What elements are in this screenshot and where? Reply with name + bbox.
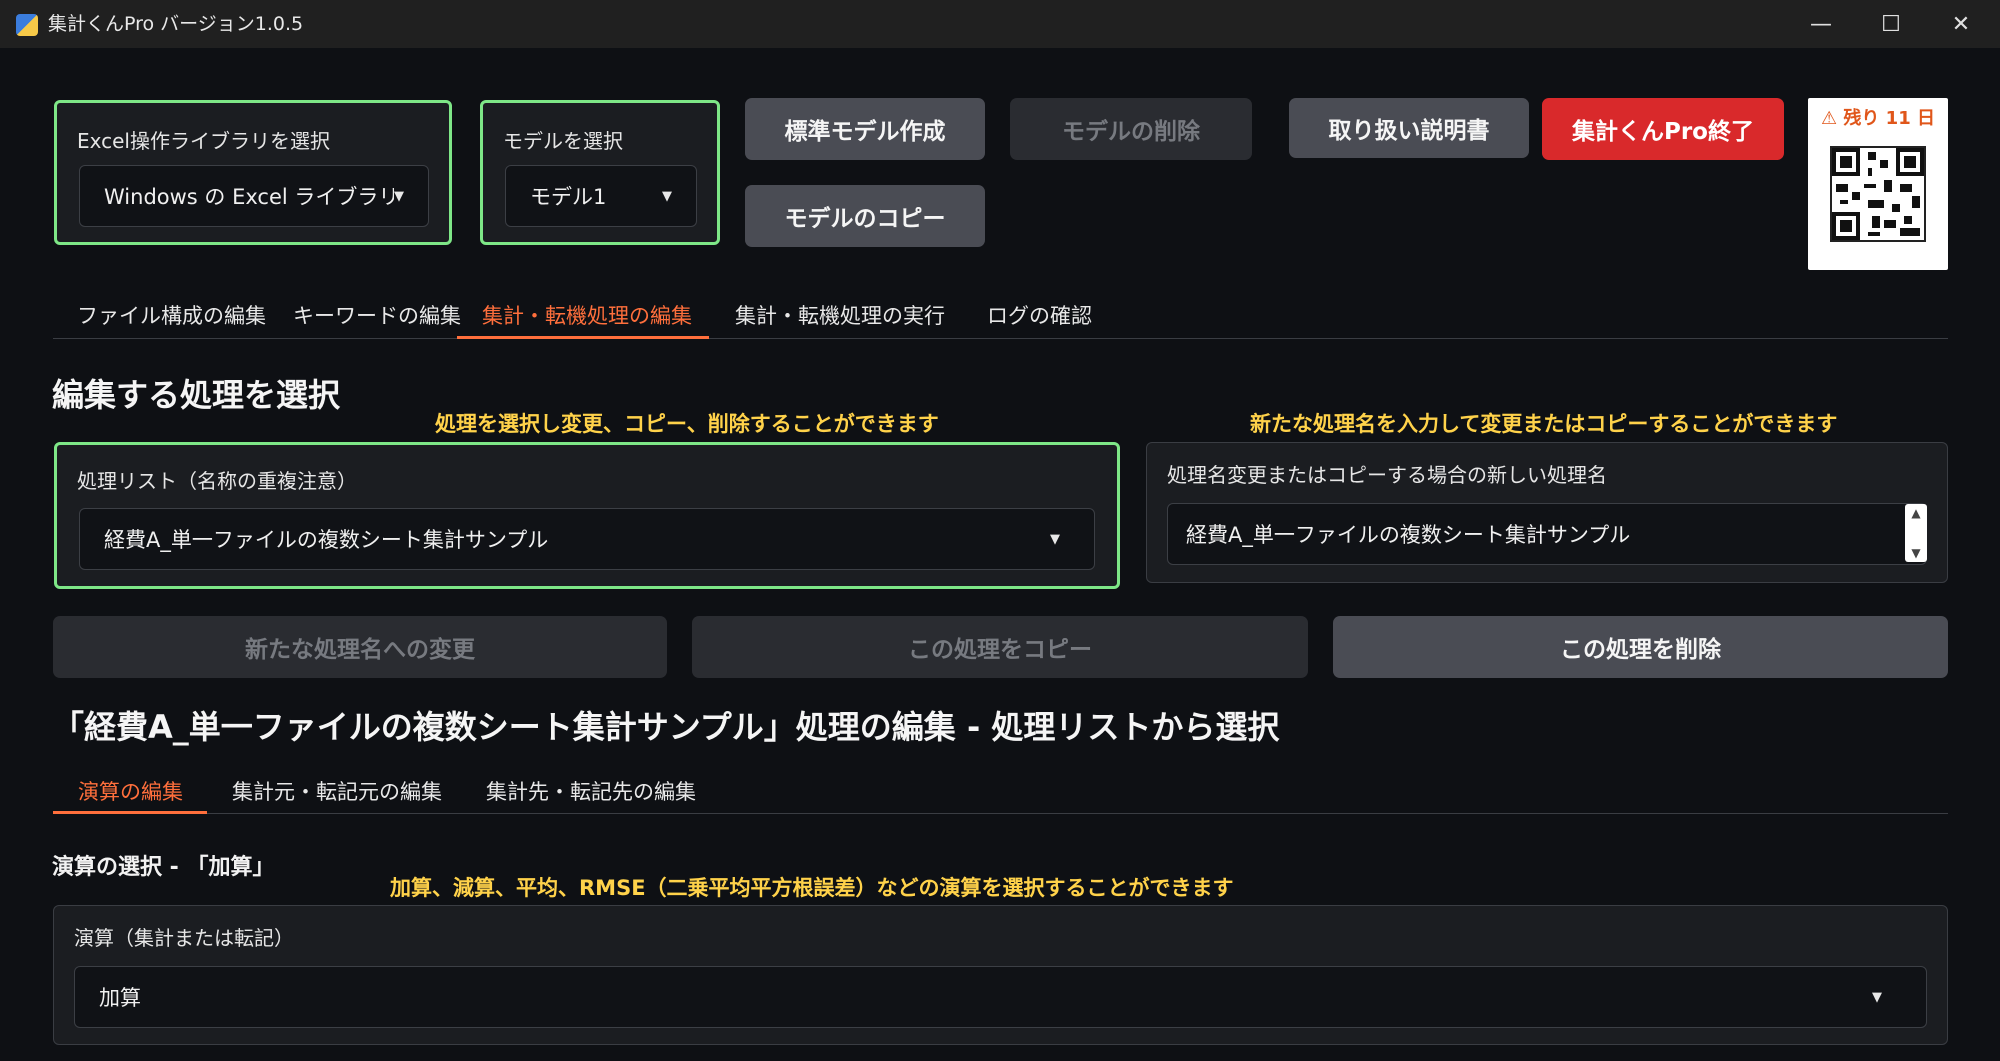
quit-button[interactable]: 集計くんPro終了 — [1542, 98, 1784, 160]
remaining-days-text: 残り 11 日 — [1843, 108, 1935, 129]
excel-library-group: Excel操作ライブラリを選択 Windows の Excel ライブラリ ▼ — [54, 100, 452, 245]
excel-library-value: Windows の Excel ライブラリ — [104, 185, 394, 209]
operation-group: 演算（集計または転記） 加算 ▼ — [53, 905, 1948, 1045]
excel-library-label: Excel操作ライブラリを選択 — [77, 129, 330, 153]
model-select-label: モデルを選択 — [503, 129, 623, 153]
delete-process-button[interactable]: この処理を削除 — [1333, 616, 1948, 678]
tab-process-edit[interactable]: 集計・転機処理の編集 — [482, 300, 692, 330]
new-name-group: 処理名変更またはコピーする場合の新しい処理名 経費A_単一ファイルの複数シート集… — [1146, 442, 1948, 583]
scroll-stepper[interactable]: ▲ ▼ — [1905, 504, 1927, 562]
active-tab-indicator — [457, 336, 709, 339]
delete-model-button[interactable]: モデルの削除 — [1010, 98, 1252, 160]
active-subtab-indicator — [53, 811, 207, 814]
maximize-button[interactable]: ☐ — [1856, 0, 1926, 48]
process-list-label: 処理リスト（名称の重複注意） — [77, 469, 357, 493]
qr-code-icon — [1830, 146, 1926, 242]
operation-heading: 演算の選択 - 「加算」 — [52, 855, 275, 880]
minimize-button[interactable]: — — [1786, 0, 1856, 48]
create-standard-model-button[interactable]: 標準モデル作成 — [745, 98, 985, 160]
caret-down-icon[interactable]: ▼ — [1911, 546, 1920, 560]
remaining-days: ⚠ 残り 11 日 — [1808, 104, 1948, 130]
title-bar: 集計くんPro バージョン1.0.5 — ☐ ✕ — [0, 0, 2000, 48]
chevron-down-icon: ▼ — [662, 188, 672, 204]
window-title: 集計くんPro バージョン1.0.5 — [48, 13, 304, 35]
process-list-select[interactable]: 経費A_単一ファイルの複数シート集計サンプル ▼ — [79, 508, 1095, 570]
section-heading-select: 編集する処理を選択 — [52, 376, 341, 414]
model-select[interactable]: モデル1 ▼ — [505, 165, 697, 227]
tab-file-structure[interactable]: ファイル構成の編集 — [77, 300, 266, 330]
operation-value: 加算 — [99, 986, 141, 1010]
process-list-group: 処理リスト（名称の重複注意） 経費A_単一ファイルの複数シート集計サンプル ▼ — [54, 442, 1120, 589]
hint-operation: 加算、減算、平均、RMSE（二乗平均平方根誤差）などの演算を選択することができま… — [390, 876, 1234, 900]
copy-model-button[interactable]: モデルのコピー — [745, 185, 985, 247]
process-list-value: 経費A_単一ファイルの複数シート集計サンプル — [104, 528, 549, 552]
new-name-input[interactable]: 経費A_単一ファイルの複数シート集計サンプル — [1167, 503, 1927, 565]
chevron-down-icon: ▼ — [394, 188, 404, 204]
excel-library-select[interactable]: Windows の Excel ライブラリ ▼ — [79, 165, 429, 227]
chevron-down-icon: ▼ — [1872, 989, 1882, 1005]
manual-button[interactable]: 取り扱い説明書 — [1289, 98, 1529, 158]
copy-process-button[interactable]: この処理をコピー — [692, 616, 1308, 678]
hint-new-name: 新たな処理名を入力して変更またはコピーすることができます — [1250, 412, 1838, 436]
tab-log[interactable]: ログの確認 — [987, 300, 1092, 330]
new-name-label: 処理名変更またはコピーする場合の新しい処理名 — [1167, 463, 1607, 487]
rename-process-button[interactable]: 新たな処理名への変更 — [53, 616, 667, 678]
chevron-down-icon: ▼ — [1050, 531, 1060, 547]
operation-label: 演算（集計または転記） — [74, 926, 294, 950]
license-panel: ⚠ 残り 11 日 — [1808, 98, 1948, 270]
subtab-divider — [53, 813, 1948, 814]
subtab-operation[interactable]: 演算の編集 — [78, 776, 183, 806]
hint-select-process: 処理を選択し変更、コピー、削除することができます — [435, 412, 939, 436]
model-select-group: モデルを選択 モデル1 ▼ — [480, 100, 720, 245]
subtab-source[interactable]: 集計元・転記元の編集 — [232, 776, 442, 806]
subtab-destination[interactable]: 集計先・転記先の編集 — [486, 776, 696, 806]
tab-keywords[interactable]: キーワードの編集 — [293, 300, 461, 330]
tab-divider — [53, 338, 1948, 339]
new-name-value: 経費A_単一ファイルの複数シート集計サンプル — [1186, 523, 1631, 547]
model-select-value: モデル1 — [530, 185, 607, 209]
app-icon — [16, 14, 38, 36]
close-button[interactable]: ✕ — [1926, 0, 1996, 48]
tab-process-run[interactable]: 集計・転機処理の実行 — [735, 300, 945, 330]
section-heading-edit: 「経費A_単一ファイルの複数シート集計サンプル」処理の編集 - 処理リストから選… — [52, 708, 1280, 746]
caret-up-icon[interactable]: ▲ — [1911, 506, 1920, 520]
operation-select[interactable]: 加算 ▼ — [74, 966, 1927, 1028]
warning-icon: ⚠ — [1820, 108, 1838, 129]
